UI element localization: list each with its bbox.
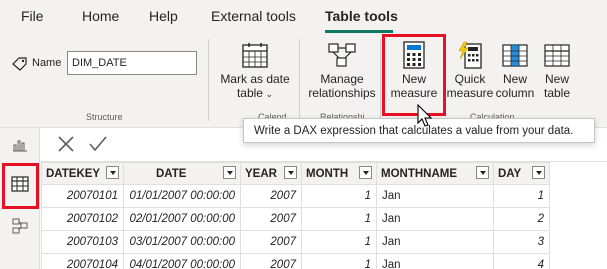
cell-year[interactable]: 2007 xyxy=(240,230,302,254)
data-view-highlight xyxy=(2,163,39,209)
cell-datekey[interactable]: 20070102 xyxy=(41,207,124,231)
manage-line1: Manage xyxy=(320,72,364,86)
new-table-line2: table xyxy=(543,86,571,100)
manage-line2: relationships xyxy=(308,86,376,100)
new-column-icon xyxy=(492,41,538,69)
menu-help[interactable]: Help xyxy=(149,8,178,24)
cell-date[interactable]: 04/01/2007 00:00:00 xyxy=(123,253,241,269)
check-icon[interactable] xyxy=(88,135,108,158)
cell-day[interactable]: 4 xyxy=(493,253,550,269)
mark-as-date-table-button[interactable]: Mark as date table ⌄ xyxy=(215,41,295,101)
cell-datekey[interactable]: 20070101 xyxy=(41,184,124,208)
column-header-month[interactable]: MONTH xyxy=(301,162,377,185)
column-header-day[interactable]: DAY xyxy=(493,162,550,185)
manage-relationships-button[interactable]: Manage relationships xyxy=(303,41,381,100)
new-column-button[interactable]: New column xyxy=(492,41,538,100)
quick-measure-line2: measure xyxy=(446,86,494,100)
structure-group-label: Structure xyxy=(86,112,123,122)
table-header-row: DATEKEY DATE YEAR MONTH MONTHNAME DAY xyxy=(41,162,550,185)
relationships-icon xyxy=(303,41,381,69)
tag-icon xyxy=(12,57,28,76)
menu-home[interactable]: Home xyxy=(82,8,119,24)
cell-month[interactable]: 1 xyxy=(301,230,377,254)
new-table-line1: New xyxy=(544,72,569,86)
cell-year[interactable]: 2007 xyxy=(240,207,302,231)
mark-as-date-line2-wrap: table ⌄ xyxy=(215,86,295,101)
cell-month[interactable]: 1 xyxy=(301,184,377,208)
new-table-icon xyxy=(538,41,576,69)
group-separator xyxy=(380,39,381,121)
column-header-monthname[interactable]: MONTHNAME xyxy=(376,162,494,185)
cell-day[interactable]: 1 xyxy=(493,184,550,208)
filter-dropdown-icon[interactable] xyxy=(476,166,489,179)
column-header-year[interactable]: YEAR xyxy=(240,162,302,185)
ribbon: Name Structure Mark as date table ⌄ Cale… xyxy=(0,33,607,128)
model-view-icon[interactable] xyxy=(12,218,28,239)
filter-dropdown-icon[interactable] xyxy=(532,166,545,179)
calendar-icon xyxy=(215,41,295,69)
data-table: DATEKEY DATE YEAR MONTH MONTHNAME DAY 20… xyxy=(41,162,550,269)
group-separator xyxy=(299,39,300,121)
table-row: 20070103 03/01/2007 00:00:00 2007 1 Jan … xyxy=(41,230,550,254)
cell-day[interactable]: 2 xyxy=(493,207,550,231)
filter-dropdown-icon[interactable] xyxy=(106,166,119,179)
column-header-datekey[interactable]: DATEKEY xyxy=(41,162,124,185)
table-name-input[interactable] xyxy=(67,51,197,75)
column-header-date[interactable]: DATE xyxy=(123,162,241,185)
quick-measure-button[interactable]: Quick measure xyxy=(445,41,495,100)
table-row: 20070101 01/01/2007 00:00:00 2007 1 Jan … xyxy=(41,184,550,208)
cell-monthname[interactable]: Jan xyxy=(376,230,494,254)
cell-year[interactable]: 2007 xyxy=(240,253,302,269)
group-separator xyxy=(208,39,209,121)
chevron-down-icon: ⌄ xyxy=(262,89,274,99)
menu-bar: File Home Help External tools Table tool… xyxy=(0,0,607,33)
cell-month[interactable]: 1 xyxy=(301,207,377,231)
filter-dropdown-icon[interactable] xyxy=(223,166,236,179)
new-measure-highlight xyxy=(382,34,446,116)
mouse-cursor-icon xyxy=(417,103,433,133)
mark-as-date-line1: Mark as date xyxy=(220,72,290,86)
name-label: Name xyxy=(32,57,62,69)
table-row: 20070104 04/01/2007 00:00:00 2007 1 Jan … xyxy=(41,253,550,269)
new-column-line2: column xyxy=(495,86,535,100)
menu-file[interactable]: File xyxy=(21,8,44,24)
close-icon[interactable] xyxy=(57,135,75,158)
cell-datekey[interactable]: 20070103 xyxy=(41,230,124,254)
cell-monthname[interactable]: Jan xyxy=(376,253,494,269)
mark-as-date-line2: table xyxy=(236,86,263,100)
cell-month[interactable]: 1 xyxy=(301,253,377,269)
cell-monthname[interactable]: Jan xyxy=(376,184,494,208)
quick-measure-line1: Quick xyxy=(454,72,486,86)
filter-dropdown-icon[interactable] xyxy=(284,166,297,179)
cell-day[interactable]: 3 xyxy=(493,230,550,254)
filter-dropdown-icon[interactable] xyxy=(359,166,372,179)
new-column-line1: New xyxy=(502,72,527,86)
cell-datekey[interactable]: 20070104 xyxy=(41,253,124,269)
table-row: 20070102 02/01/2007 00:00:00 2007 1 Jan … xyxy=(41,207,550,231)
quick-measure-icon xyxy=(445,41,495,69)
cell-date[interactable]: 01/01/2007 00:00:00 xyxy=(123,184,241,208)
cell-date[interactable]: 03/01/2007 00:00:00 xyxy=(123,230,241,254)
cell-date[interactable]: 02/01/2007 00:00:00 xyxy=(123,207,241,231)
new-table-button[interactable]: New table xyxy=(538,41,576,100)
menu-external-tools[interactable]: External tools xyxy=(211,8,296,24)
menu-table-tools[interactable]: Table tools xyxy=(325,8,398,24)
report-view-icon[interactable] xyxy=(12,138,28,157)
cell-year[interactable]: 2007 xyxy=(240,184,302,208)
cell-monthname[interactable]: Jan xyxy=(376,207,494,231)
